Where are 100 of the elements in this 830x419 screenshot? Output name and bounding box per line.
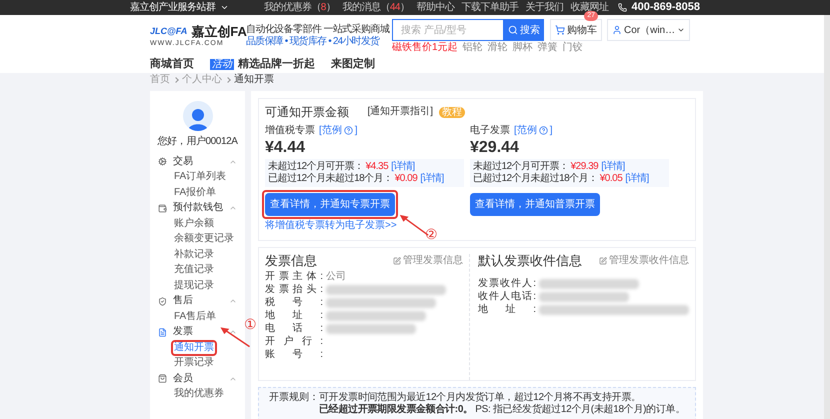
sidebar-group[interactable]: 预付款钱包 — [150, 200, 245, 216]
top-link[interactable]: 我的消息（44） — [342, 2, 410, 12]
highlight-frame — [171, 340, 217, 356]
detail-label: 未超过12个月可开票： — [473, 162, 569, 172]
sidebar-group[interactable]: 发票 — [150, 324, 245, 340]
sidebar-item[interactable]: FA售后单 — [174, 312, 216, 322]
detail-amount: ¥0.05 — [600, 174, 622, 184]
top-link[interactable]: 下载下单助手 — [461, 2, 518, 12]
detail-link[interactable]: [详情] — [420, 174, 444, 184]
breadcrumb-separator-icon — [225, 77, 231, 83]
hot-search-link[interactable]: 脚杯 — [512, 43, 533, 53]
nav-link[interactable]: 商城首页 — [150, 58, 194, 70]
detail-label: 未超过12个月可开票： — [268, 162, 364, 172]
help-icon — [538, 126, 548, 135]
group-icon — [158, 204, 167, 213]
top-link[interactable]: 收藏网址 — [570, 2, 608, 12]
field-label: 税号: — [265, 298, 323, 308]
invoice-amount: ¥4.44 — [265, 138, 306, 157]
detail-link[interactable]: [详情] — [391, 162, 415, 172]
sidebar-item[interactable]: 补款记录 — [174, 250, 214, 260]
hot-search-link[interactable]: 磁铁售价1元起 — [392, 43, 458, 53]
rules-label: 开票规则： — [269, 392, 319, 405]
rules-text: 可开发票时间范围为最近12个月内发货订单，超过12个月将不再支持开票。 — [319, 392, 642, 403]
invoice-type-label: 增值税专票 — [265, 126, 315, 136]
breadcrumb-separator-icon — [173, 77, 179, 83]
nav-link[interactable]: 活动 精选品牌一折起 — [210, 58, 315, 70]
cart-icon — [555, 25, 565, 35]
group-icon — [158, 296, 167, 306]
callout-number: ① — [244, 316, 257, 331]
top-link[interactable]: 帮助中心 — [416, 2, 454, 12]
invoice-amount: ¥29.44 — [470, 138, 520, 157]
manage-link[interactable]: 管理发票信息 — [392, 256, 463, 266]
section-title: 默认发票收件信息 — [478, 254, 583, 267]
user-menu[interactable]: Cor（win… — [607, 19, 690, 41]
field-label: 开户行: — [265, 336, 323, 346]
phone-icon — [618, 3, 628, 12]
field-label: 开票主体: — [265, 272, 323, 282]
notify-invoice-button[interactable]: 查看详情，并通知专票开票 — [265, 193, 395, 216]
guide-link[interactable]: [通知开票指引] — [367, 107, 433, 117]
field-label: 发票抬头: — [265, 284, 323, 294]
detail-label: 已超过12个月未超过18个月： — [473, 174, 598, 184]
breadcrumb-link[interactable]: 通知开票 — [234, 75, 274, 85]
search-icon — [508, 25, 518, 35]
detail-link[interactable]: [详情] — [625, 174, 649, 184]
notify-invoice-button[interactable]: 查看详情，并通知普票开票 — [470, 193, 600, 216]
group-icon — [158, 328, 167, 337]
search-field[interactable]: 搜索 产品/型号 — [392, 19, 504, 41]
sidebar-item[interactable]: 提现记录 — [174, 280, 214, 291]
tutorial-tag: 教程 — [439, 106, 465, 118]
sidebar-item[interactable]: FA订单列表 — [174, 172, 226, 182]
search-button[interactable]: 搜索 — [504, 19, 544, 41]
hot-search-link[interactable]: 门铰 — [562, 43, 583, 53]
detail-amount: ¥29.39 — [570, 162, 598, 172]
detail-link[interactable]: [详情] — [601, 162, 625, 172]
top-link[interactable]: 我的优惠券（8） — [264, 2, 336, 12]
hot-search-link[interactable]: 弹簧 — [538, 43, 558, 53]
hot-search-link[interactable]: 滑轮 — [488, 43, 508, 53]
sidebar-group[interactable]: 售后 — [150, 294, 245, 309]
group-icon — [158, 374, 167, 384]
sidebar-group[interactable]: 会员 — [150, 371, 245, 386]
panel-title: 可通知开票金额 — [265, 106, 350, 118]
invoice-type-label: 电子发票 — [470, 126, 510, 136]
sidebar-group[interactable]: 交易 — [150, 154, 245, 170]
example-link[interactable]: [范例 ] — [319, 126, 358, 136]
site-group-menu[interactable]: 嘉立创产业服务站群 — [130, 2, 228, 12]
field-label: 地址: — [265, 310, 323, 320]
field-label: 电话: — [265, 324, 323, 334]
field-label: 收件人电话: — [478, 292, 536, 302]
slogan-subtitle: 品质保障 • 现货库存 • 24小时发货 — [246, 36, 381, 48]
edit-icon — [598, 256, 607, 264]
group-icon — [158, 157, 167, 166]
detail-amount: ¥0.09 — [394, 174, 418, 184]
help-icon — [344, 126, 353, 135]
rules-text: 已经超过开票期限发票金额合计:0。 PS: 指已经发货超过12个月(未超18个月)的订单。 — [319, 404, 685, 416]
field-label: 地址: — [478, 304, 536, 314]
user-greeting: 您好，用户00012A — [156, 136, 239, 148]
hot-search-link[interactable]: 铝轮 — [462, 43, 483, 53]
nav-link[interactable]: 来图定制 — [331, 58, 375, 70]
sidebar-item[interactable]: 余额变更记录 — [174, 234, 234, 244]
sidebar-item[interactable]: 充值记录 — [174, 265, 214, 276]
field-value: 公司 — [326, 272, 346, 282]
manage-link[interactable]: 管理发票收件信息 — [598, 256, 689, 266]
edit-icon — [392, 256, 401, 264]
detail-amount: ¥4.35 — [366, 162, 388, 172]
logo-name: 嘉立创FA — [191, 25, 247, 38]
phone-number: 400-869-8058 — [631, 2, 700, 13]
field-label: 账号: — [265, 350, 323, 360]
field-label: 发票收件人: — [478, 278, 536, 288]
sidebar-item[interactable]: 开票记录 — [174, 358, 214, 368]
example-link[interactable]: [范例 ] — [514, 126, 553, 136]
top-link[interactable]: 关于我们 — [525, 2, 564, 12]
slogan: 自动化设备零部件 一站式采购商城 — [246, 24, 388, 35]
logo-mark: JLC@FA — [150, 27, 188, 36]
chevron-down-icon — [677, 26, 686, 34]
cart-button[interactable]: 购物车 — [550, 19, 602, 41]
sidebar-item[interactable]: 账户余额 — [174, 218, 214, 229]
user-silhouette-icon — [188, 107, 208, 131]
detail-label: 已超过12个月未超过18个月： — [268, 174, 393, 184]
sidebar-item[interactable]: FA报价单 — [174, 188, 216, 198]
sidebar-item[interactable]: 我的优惠券 — [174, 389, 224, 400]
